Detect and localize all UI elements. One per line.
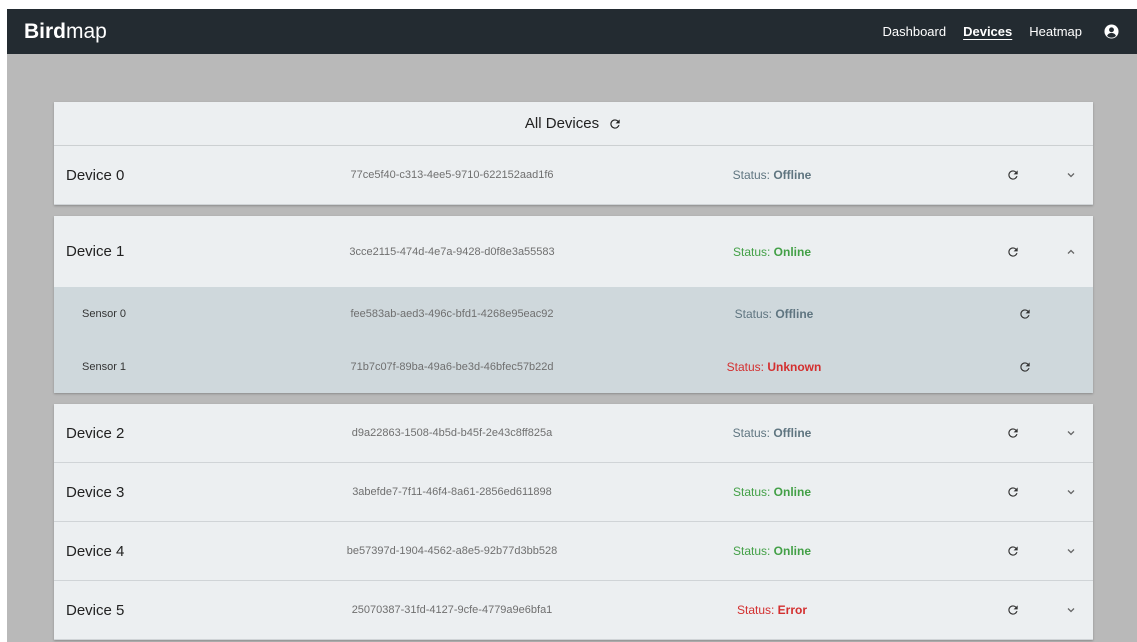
device-row[interactable]: Device 0 77ce5f40-c313-4ee5-9710-622152a… <box>54 146 1093 205</box>
device-id: 77ce5f40-c313-4ee5-9710-622152aad1f6 <box>350 169 554 181</box>
nav-link-devices[interactable]: Devices <box>963 24 1012 39</box>
status-value: Offline <box>773 168 812 182</box>
device-status: Status: Online <box>722 245 822 259</box>
device-status: Status: Offline <box>722 426 822 440</box>
device-row[interactable]: Device 3 3abefde7-7f11-46f4-8a61-2856ed6… <box>54 463 1093 522</box>
status-label: Status: <box>732 426 774 440</box>
status-label: Status: <box>734 306 776 321</box>
nav-link-dashboard[interactable]: Dashboard <box>882 24 946 39</box>
device-row[interactable]: Device 1 3cce2115-474d-4e7a-9428-d0f8e3a… <box>54 216 1093 287</box>
device-row[interactable]: Device 4 be57397d-1904-4562-a8e5-92b77d3… <box>54 522 1093 581</box>
status-label: Status: <box>732 485 774 499</box>
status-value: Online <box>773 244 812 259</box>
device-id: d9a22863-1508-4b5d-b45f-2e43c8ff825a <box>351 427 553 439</box>
sensor-list: Sensor 0 fee583ab-aed3-496c-bfd1-4268e95… <box>54 287 1093 393</box>
refresh-icon[interactable] <box>1018 360 1032 374</box>
status-value: Offline <box>773 426 812 440</box>
brand-logo[interactable]: Bird map <box>24 20 107 44</box>
device-row[interactable]: Device 5 25070387-31fd-4127-9cfe-4779a9e… <box>54 581 1093 640</box>
device-card: Device 0 77ce5f40-c313-4ee5-9710-622152a… <box>54 146 1093 205</box>
brand-light-text: map <box>66 19 107 43</box>
device-id: 3abefde7-7f11-46f4-8a61-2856ed611898 <box>352 486 552 498</box>
brand-bold-text: Bird <box>24 19 66 43</box>
refresh-icon[interactable] <box>1006 544 1020 558</box>
chevron-down-icon[interactable] <box>1065 486 1077 498</box>
refresh-icon[interactable] <box>1006 168 1020 182</box>
device-card-group: Device 2 d9a22863-1508-4b5d-b45f-2e43c8f… <box>54 404 1093 640</box>
status-value: Unknown <box>767 359 822 374</box>
device-status: Status: Online <box>722 485 822 499</box>
refresh-icon[interactable] <box>1006 603 1020 617</box>
user-circle-icon[interactable] <box>1104 24 1119 39</box>
nav-link-heatmap[interactable]: Heatmap <box>1029 24 1082 39</box>
device-row[interactable]: Device 2 d9a22863-1508-4b5d-b45f-2e43c8f… <box>54 404 1093 463</box>
chevron-down-icon[interactable] <box>1065 427 1077 439</box>
status-value: Online <box>773 485 812 499</box>
sensor-id: fee583ab-aed3-496c-bfd1-4268e95eac92 <box>350 307 554 320</box>
devices-panel: All Devices Device 0 77ce5f40-c313-4ee5-… <box>54 102 1093 640</box>
navbar: Bird map Dashboard Devices Heatmap <box>7 9 1137 54</box>
device-status: Status: Error <box>722 603 822 617</box>
sensor-row: Sensor 1 71b7c07f-89ba-49a6-be3d-46bfec5… <box>54 340 1093 393</box>
status-label: Status: <box>736 603 778 617</box>
device-id: 25070387-31fd-4127-9cfe-4779a9e6bfa1 <box>351 604 553 616</box>
device-status: Status: Offline <box>722 168 822 182</box>
nav-links: Dashboard Devices Heatmap <box>865 24 1119 39</box>
status-label: Status: <box>726 359 768 374</box>
refresh-icon[interactable] <box>1018 307 1032 321</box>
chevron-up-icon[interactable] <box>1065 246 1077 258</box>
status-value: Error <box>777 603 808 617</box>
chevron-down-icon[interactable] <box>1065 169 1077 181</box>
sensor-status: Status: Offline <box>724 307 824 321</box>
refresh-all-icon[interactable] <box>608 117 622 131</box>
device-id: be57397d-1904-4562-a8e5-92b77d3bb528 <box>346 545 558 557</box>
panel-title: All Devices <box>524 115 600 132</box>
app-frame: Bird map Dashboard Devices Heatmap All De… <box>7 9 1137 642</box>
refresh-icon[interactable] <box>1006 426 1020 440</box>
status-label: Status: <box>732 544 774 558</box>
status-value: Online <box>773 544 812 558</box>
sensor-row: Sensor 0 fee583ab-aed3-496c-bfd1-4268e95… <box>54 287 1093 340</box>
status-label: Status: <box>732 244 774 259</box>
chevron-down-icon[interactable] <box>1065 545 1077 557</box>
status-label: Status: <box>732 168 774 182</box>
chevron-down-icon[interactable] <box>1065 604 1077 616</box>
device-card-expanded: Device 1 3cce2115-474d-4e7a-9428-d0f8e3a… <box>54 216 1093 393</box>
refresh-icon[interactable] <box>1006 245 1020 259</box>
sensor-id: 71b7c07f-89ba-49a6-be3d-46bfec57b22d <box>350 360 554 373</box>
device-id: 3cce2115-474d-4e7a-9428-d0f8e3a55583 <box>349 245 555 258</box>
device-status: Status: Online <box>722 544 822 558</box>
sensor-status: Status: Unknown <box>724 360 824 374</box>
status-value: Offline <box>775 306 814 321</box>
panel-header: All Devices <box>54 102 1093 146</box>
refresh-icon[interactable] <box>1006 485 1020 499</box>
